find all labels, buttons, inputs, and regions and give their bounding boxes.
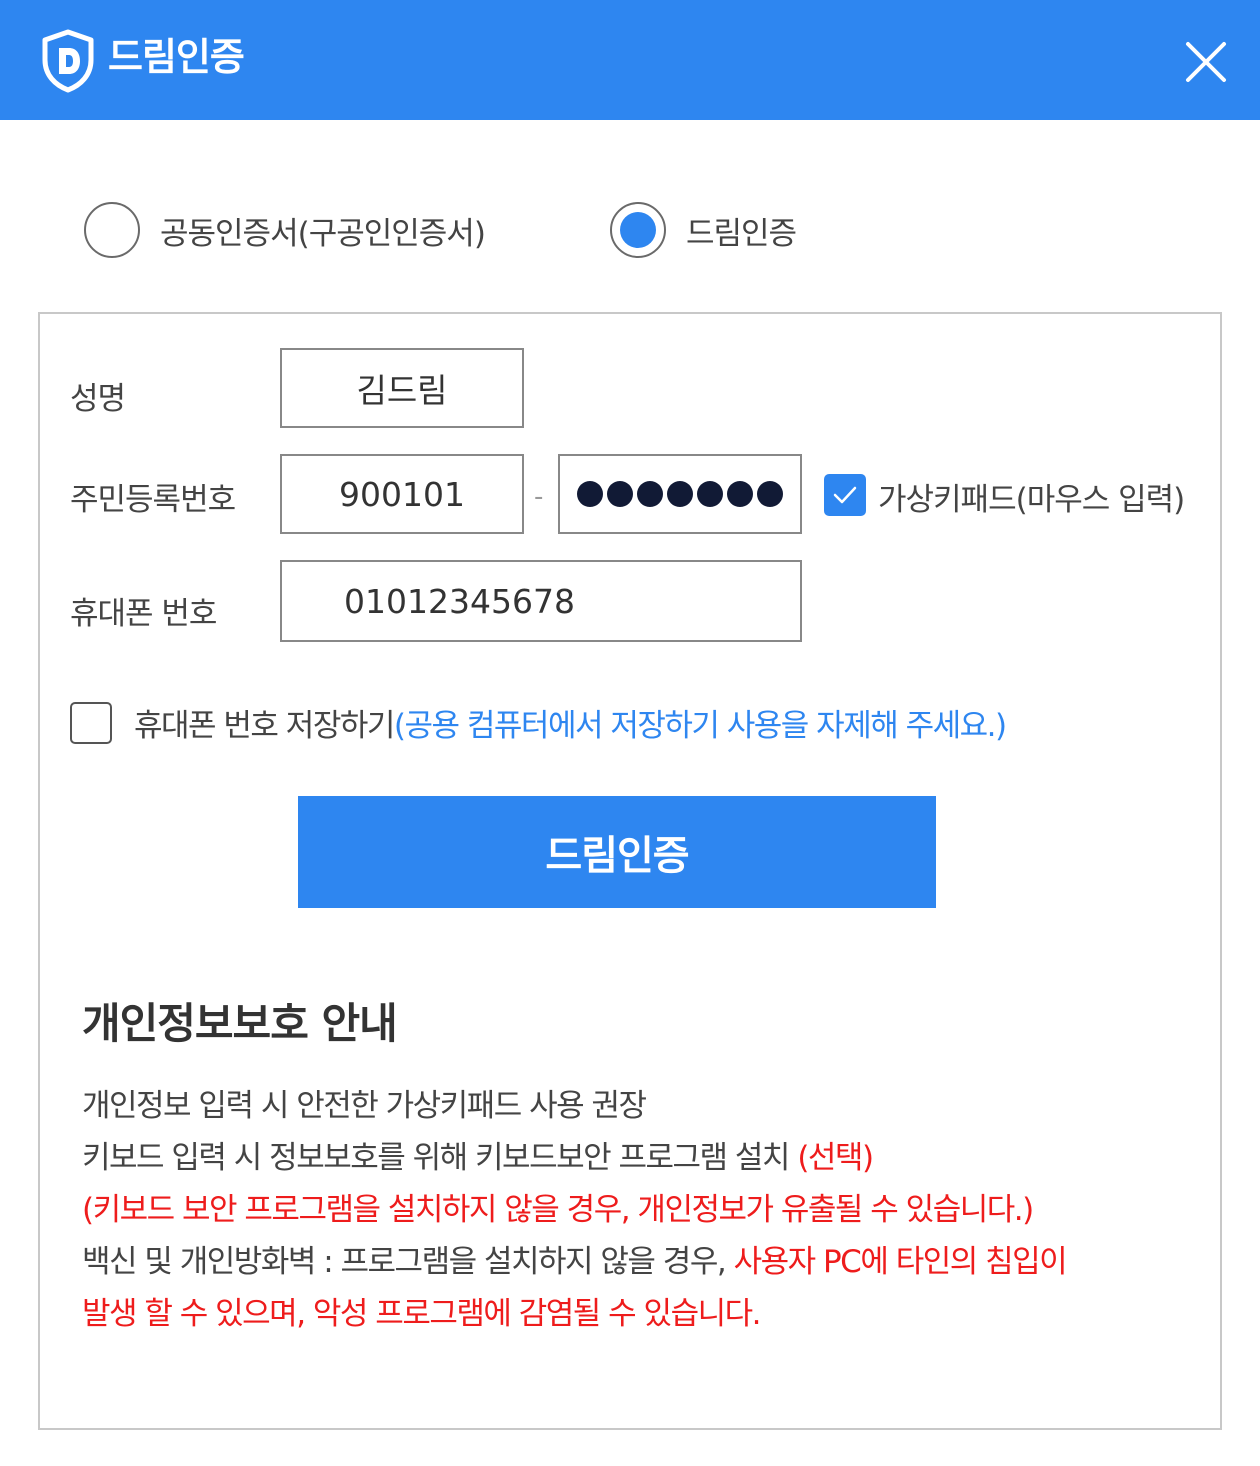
masked-digits xyxy=(577,481,783,507)
radio-dream-auth[interactable]: 드림인증 xyxy=(610,200,797,260)
save-phone-label: 휴대폰 번호 저장하기 xyxy=(134,708,395,744)
name-label: 성명 xyxy=(70,381,126,417)
privacy-line-4-text: 백신 및 개인방화벽 : 프로그램을 설치하지 않을 경우, xyxy=(82,1244,734,1280)
save-phone-checkbox[interactable] xyxy=(70,702,112,744)
privacy-line-3: (키보드 보안 프로그램을 설치하지 않을 경우, 개인정보가 유출될 수 있습… xyxy=(82,1192,1034,1228)
privacy-line-4: 백신 및 개인방화벽 : 프로그램을 설치하지 않을 경우, 사용자 PC에 타… xyxy=(82,1236,1068,1281)
dream-auth-submit-button[interactable]: 드림인증 xyxy=(298,796,936,908)
rrn-separator: - xyxy=(534,482,544,512)
privacy-line-2: 키보드 입력 시 정보보호를 위해 키보드보안 프로그램 설치 (선택) xyxy=(82,1132,874,1177)
privacy-line-2-text: 키보드 입력 시 정보보호를 위해 키보드보안 프로그램 설치 xyxy=(82,1140,798,1176)
rrn-back-field[interactable] xyxy=(558,454,802,534)
privacy-line-2-red: (선택) xyxy=(797,1140,874,1176)
rrn-front-field[interactable]: 900101 xyxy=(280,454,524,534)
title-bar: 드림인증 xyxy=(0,0,1260,120)
app-title: 드림인증 xyxy=(108,35,245,79)
shield-d-icon xyxy=(42,29,94,93)
privacy-line-4-red: 사용자 PC에 타인의 침입이 xyxy=(733,1244,1068,1280)
checkmark-icon xyxy=(833,486,857,504)
virtual-keypad-label: 가상키패드(마우스 입력) xyxy=(878,482,1185,518)
virtual-keypad-checkbox[interactable] xyxy=(824,474,866,516)
privacy-line-1: 개인정보 입력 시 안전한 가상키패드 사용 권장 xyxy=(82,1088,647,1124)
phone-label: 휴대폰 번호 xyxy=(70,596,217,632)
radio-joint-certificate[interactable]: 공동인증서(구공인인증서) xyxy=(84,200,486,260)
close-icon[interactable] xyxy=(1180,36,1232,88)
rrn-label: 주민등록번호 xyxy=(70,482,236,518)
save-phone-note: (공용 컴퓨터에서 저장하기 사용을 자제해 주세요.) xyxy=(393,708,1007,744)
phone-field[interactable]: 01012345678 xyxy=(280,560,802,642)
privacy-line-5: 발생 할 수 있으며, 악성 프로그램에 감염될 수 있습니다. xyxy=(82,1296,761,1332)
privacy-title: 개인정보보호 안내 xyxy=(82,999,398,1048)
radio-button[interactable] xyxy=(84,202,140,258)
name-field[interactable]: 김드림 xyxy=(280,348,524,428)
radio-label-joint-certificate: 공동인증서(구공인인증서) xyxy=(160,215,486,252)
save-phone-text: 휴대폰 번호 저장하기(공용 컴퓨터에서 저장하기 사용을 자제해 주세요.) xyxy=(134,700,1007,745)
radio-label-dream-auth: 드림인증 xyxy=(686,215,797,252)
radio-button-selected[interactable] xyxy=(610,202,666,258)
